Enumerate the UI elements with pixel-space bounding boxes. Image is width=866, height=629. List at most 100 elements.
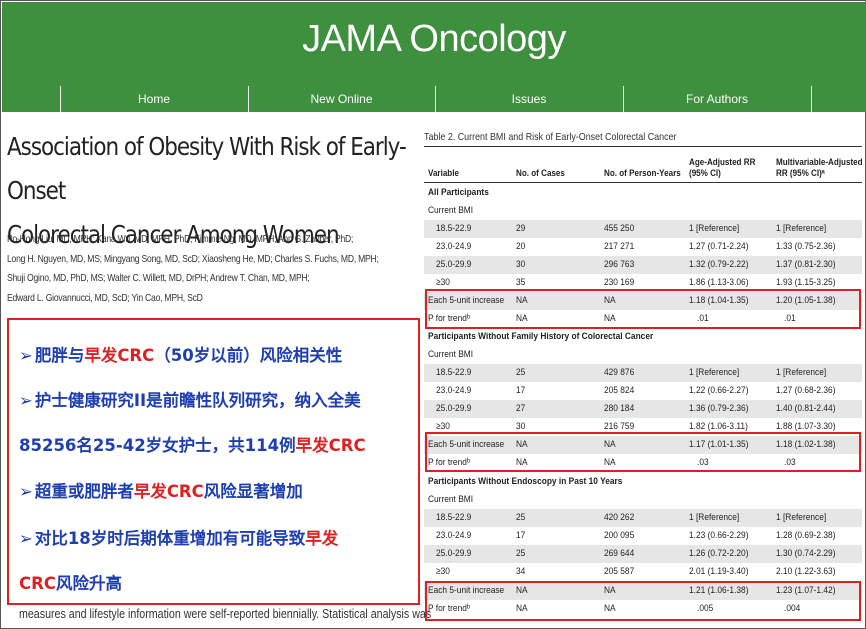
header-person-years: No. of Person-Years	[604, 168, 681, 179]
journal-header: JAMA Oncology Home New Online Issues For…	[2, 2, 866, 113]
author-line: Edward L. Giovannucci, MD, ScD; Yin Cao,…	[7, 291, 203, 304]
cell-multivariable: 1.28 (0.69-2.38)	[776, 530, 836, 541]
cell-variable: Participants Without Endoscopy in Past 1…	[428, 476, 623, 487]
cell-variable: 25.0-29.9	[436, 403, 472, 414]
table-row: Current BMI	[424, 491, 862, 509]
cell-cases: 30	[516, 259, 526, 270]
highlight-box	[425, 432, 861, 472]
cell-age-adjusted: 1.23 (0.66-2.29)	[689, 530, 749, 541]
table-row: 23.0-24.9 17 200 095 1.23 (0.66-2.29) 1.28 (…	[424, 527, 862, 545]
nav-new-online[interactable]: New Online	[248, 86, 435, 113]
arrow-icon: ➢	[19, 346, 33, 365]
cell-variable: 23.0-24.9	[436, 241, 472, 252]
cell-variable: 23.0-24.9	[436, 385, 472, 396]
cell-variable: 18.5-22.9	[436, 512, 472, 523]
table-row: 18.5-22.9 25 429 876 1 [Reference] 1 [Refere…	[424, 364, 862, 382]
table-row: 23.0-24.9 17 205 824 1.22 (0.66-2.27) 1.27 (…	[424, 382, 862, 400]
cell-variable: ≥30	[436, 566, 450, 577]
cell-person-years: 455 250	[604, 223, 635, 234]
header-age-adjusted: Age-Adjusted RR (95% CI)	[689, 157, 756, 179]
cell-multivariable: 1.88 (1.07-3.30)	[776, 421, 836, 432]
summary-box: ➢ 肥胖与早发CRC（50岁以前）风险相关性 ➢ 护士健康研究II是前瞻性队列研究，…	[7, 318, 420, 605]
nav-separator	[811, 86, 812, 113]
slide: JAMA Oncology Home New Online Issues For…	[0, 0, 866, 629]
table-caption: Table 2. Current BMI and Risk of Early-O…	[424, 131, 677, 143]
cell-person-years: 280 184	[604, 403, 635, 414]
cell-multivariable: 1.37 (0.81-2.30)	[776, 259, 836, 270]
cell-variable: 18.5-22.9	[436, 223, 472, 234]
abstract-fragment: measures and lifestyle information were …	[19, 606, 432, 621]
cell-variable: 23.0-24.9	[436, 530, 472, 541]
table-rule	[424, 146, 862, 147]
summary-bullet: ➢ 肥胖与早发CRC（50岁以前）风险相关性	[19, 346, 343, 365]
cell-person-years: 216 759	[604, 421, 635, 432]
cell-multivariable: 1 [Reference]	[776, 367, 827, 378]
cell-variable: 18.5-22.9	[436, 367, 472, 378]
cell-age-adjusted: 1 [Reference]	[689, 512, 740, 523]
cell-cases: 35	[516, 277, 526, 288]
cell-variable: All Participants	[428, 187, 489, 198]
table-row: 25.0-29.9 25 269 644 1.26 (0.72-2.20) 1.30 (…	[424, 545, 862, 563]
journal-title: JAMA Oncology	[302, 18, 566, 60]
cell-variable: Current BMI	[428, 205, 474, 216]
cell-person-years: 205 587	[604, 566, 635, 577]
cell-cases: 25	[516, 512, 526, 523]
cell-cases: 17	[516, 530, 526, 541]
article-title-line: Association of Obesity With Risk of Earl…	[7, 132, 407, 205]
cell-age-adjusted: 1.36 (0.79-2.36)	[689, 403, 749, 414]
nav-for-authors[interactable]: For Authors	[623, 86, 811, 113]
cell-cases: 29	[516, 223, 526, 234]
cell-age-adjusted: 1.27 (0.71-2.24)	[689, 241, 749, 252]
cell-age-adjusted: 1.86 (1.13-3.06)	[689, 277, 749, 288]
cell-multivariable: 1 [Reference]	[776, 223, 827, 234]
cell-variable: Participants Without Family History of C…	[428, 331, 654, 342]
cell-age-adjusted: 2.01 (1.19-3.40)	[689, 566, 749, 577]
nav-bar: Home New Online Issues For Authors	[2, 86, 866, 113]
table-section-row: Participants Without Family History of C…	[424, 328, 862, 346]
cell-person-years: 269 644	[604, 548, 635, 559]
cell-variable: 25.0-29.9	[436, 259, 472, 270]
author-line: Long H. Nguyen, MD, MS; Mingyang Song, M…	[7, 252, 379, 265]
nav-issues[interactable]: Issues	[435, 86, 623, 113]
cell-person-years: 217 271	[604, 241, 635, 252]
cell-variable: Current BMI	[428, 349, 474, 360]
cell-multivariable: 1.93 (1.15-3.25)	[776, 277, 836, 288]
header-multivariable: Multivariable-Adjusted RR (95% CI)ᵃ	[776, 157, 863, 179]
cell-variable: ≥30	[436, 277, 450, 288]
cell-variable: ≥30	[436, 421, 450, 432]
table-row: 23.0-24.9 20 217 271 1.27 (0.71-2.24) 1.33 (…	[424, 238, 862, 256]
arrow-icon: ➢	[19, 482, 33, 501]
cell-person-years: 200 095	[604, 530, 635, 541]
cell-age-adjusted: 1 [Reference]	[689, 367, 740, 378]
highlight-box	[425, 289, 861, 329]
cell-variable: Current BMI	[428, 494, 474, 505]
cell-age-adjusted: 1 [Reference]	[689, 223, 740, 234]
author-line: Po-Hong Liu, MD, MPH; Kana Wu, MD, MPH, …	[7, 233, 354, 245]
summary-bullet-continuation: CRC风险升高	[19, 574, 122, 593]
cell-cases: 34	[516, 566, 526, 577]
cell-multivariable: 1.33 (0.75-2.36)	[776, 241, 836, 252]
cell-person-years: 429 876	[604, 367, 635, 378]
cell-person-years: 420 262	[604, 512, 635, 523]
cell-cases: 25	[516, 367, 526, 378]
cell-cases: 20	[516, 241, 526, 252]
table-section-row: Participants Without Endoscopy in Past 1…	[424, 473, 862, 491]
cell-cases: 30	[516, 421, 526, 432]
nav-home[interactable]: Home	[60, 86, 248, 113]
cell-multivariable: 1 [Reference]	[776, 512, 827, 523]
cell-age-adjusted: 1.22 (0.66-2.27)	[689, 385, 749, 396]
cell-multivariable: 1.30 (0.74-2.29)	[776, 548, 836, 559]
table-row: 18.5-22.9 25 420 262 1 [Reference] 1 [Refere…	[424, 509, 862, 527]
table-row: ≥30 34 205 587 2.01 (1.19-3.40) 2.10 (1.22-3…	[424, 563, 862, 581]
table-row: Current BMI	[424, 346, 862, 364]
summary-bullet-continuation: 85256名25-42岁女护士，共114例早发CRC	[19, 436, 366, 455]
cell-age-adjusted: 1.82 (1.06-3.11)	[689, 421, 748, 432]
header-cases: No. of Cases	[516, 168, 565, 179]
arrow-icon: ➢	[19, 529, 33, 548]
summary-bullet: ➢ 超重或肥胖者早发CRC风险显著增加	[19, 482, 303, 501]
cell-multivariable: 2.10 (1.22-3.63)	[776, 566, 836, 577]
table-row: Current BMI	[424, 202, 862, 220]
cell-person-years: 230 169	[604, 277, 635, 288]
arrow-icon: ➢	[19, 391, 33, 410]
cell-cases: 27	[516, 403, 526, 414]
